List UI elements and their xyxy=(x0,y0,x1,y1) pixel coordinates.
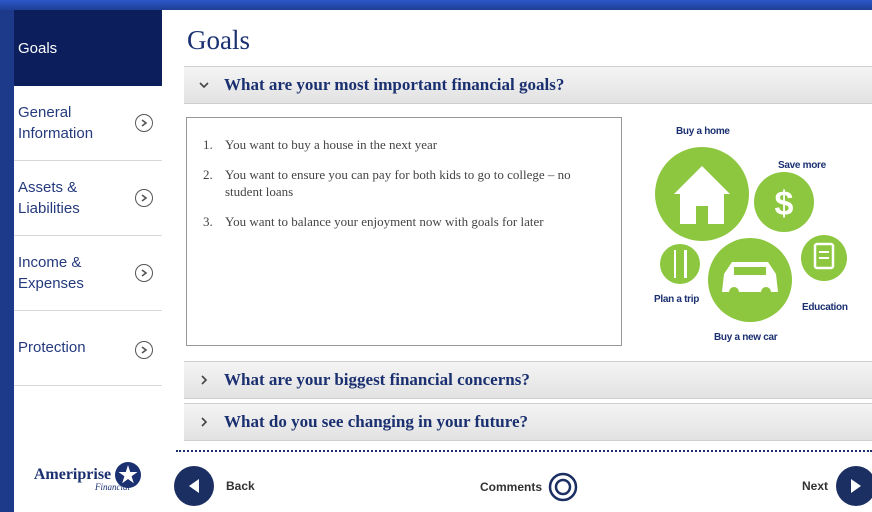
window-top-bar xyxy=(0,0,872,10)
chevron-right-icon xyxy=(184,375,224,385)
chevron-right-icon[interactable] xyxy=(135,114,153,132)
accordion-question: What are your biggest financial concerns… xyxy=(224,370,530,389)
goals-graphic: $ xyxy=(655,147,847,322)
comments-label: Comments xyxy=(480,480,543,494)
accordion-goals-header[interactable]: What are your most important financial g… xyxy=(184,66,872,104)
chevron-right-icon xyxy=(184,417,224,427)
ameriprise-logo: Ameriprise Financial xyxy=(14,450,162,500)
svg-text:$: $ xyxy=(775,185,794,223)
list-number: 1. xyxy=(203,137,213,152)
chevron-right-icon[interactable] xyxy=(135,341,153,359)
sidebar-item-assets-liabilities[interactable]: Assets & Liabilities xyxy=(14,161,162,236)
label-education: Education xyxy=(802,302,848,313)
goals-illustration: $ Buy a home Save more Plan a trip Educa… xyxy=(652,122,862,350)
accordion-question: What do you see changing in your future? xyxy=(224,412,528,431)
label-buy-car: Buy a new car xyxy=(714,332,778,343)
page-title: Goals xyxy=(187,25,250,55)
goals-list: 1. You want to buy a house in the next y… xyxy=(186,117,622,346)
list-number: 3. xyxy=(203,214,213,229)
list-text: You want to ensure you can pay for both … xyxy=(225,167,571,199)
sidebar: Goals General Information Assets & Liabi… xyxy=(14,10,162,512)
list-item: 2. You want to ensure you can pay for bo… xyxy=(203,166,601,200)
list-text: You want to balance your enjoyment now w… xyxy=(225,214,544,229)
back-button[interactable]: Back xyxy=(174,466,255,506)
chevron-down-icon xyxy=(184,81,224,89)
chevron-right-icon[interactable] xyxy=(135,189,153,207)
arrow-right-icon xyxy=(836,466,872,506)
list-item: 3. You want to balance your enjoyment no… xyxy=(203,213,601,230)
sidebar-item-income-expenses[interactable]: Income & Expenses xyxy=(14,236,162,311)
label-plan-trip: Plan a trip xyxy=(654,294,700,305)
logo-subtitle: Financial xyxy=(95,482,130,492)
label-save-more: Save more xyxy=(778,160,826,171)
accordion-changes-header[interactable]: What do you see changing in your future? xyxy=(184,403,872,441)
comments-button[interactable]: Comments xyxy=(480,472,578,502)
sidebar-item-label: Goals xyxy=(18,39,58,57)
list-item: 1. You want to buy a house in the next y… xyxy=(203,136,601,153)
list-text: You want to buy a house in the next year xyxy=(225,137,438,152)
chevron-right-icon[interactable] xyxy=(135,264,153,282)
main-panel: Goals What are your most important finan… xyxy=(162,10,872,512)
next-label: Next xyxy=(802,479,829,493)
sidebar-item-goals[interactable]: Goals xyxy=(14,10,162,86)
list-number: 2. xyxy=(203,167,213,182)
back-label: Back xyxy=(226,479,255,493)
next-button[interactable]: Next xyxy=(802,466,872,506)
arrow-left-icon xyxy=(174,466,214,506)
divider xyxy=(176,450,872,452)
sidebar-item-general-information[interactable]: General Information xyxy=(14,86,162,161)
label-buy-home: Buy a home xyxy=(676,126,730,137)
accordion-question: What are your most important financial g… xyxy=(224,75,565,94)
sidebar-item-protection[interactable]: Protection xyxy=(14,311,162,386)
comment-bubble-icon xyxy=(548,472,578,502)
accordion-concerns-header[interactable]: What are your biggest financial concerns… xyxy=(184,361,872,399)
